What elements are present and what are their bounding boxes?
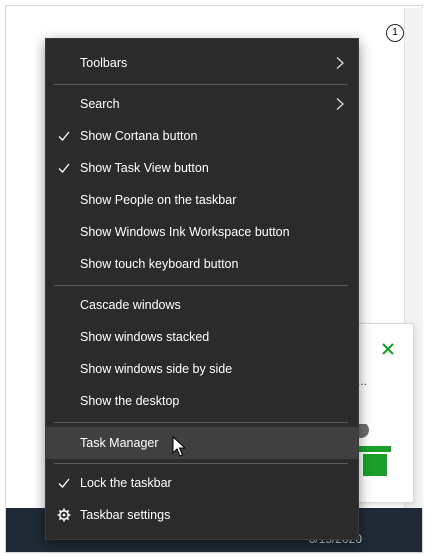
menu-item-label: Toolbars — [80, 56, 128, 70]
menu-item-cascade-windows[interactable]: Cascade windows — [46, 289, 358, 321]
menu-item-show-people[interactable]: Show People on the taskbar — [46, 184, 358, 216]
menu-separator — [54, 84, 348, 85]
menu-item-label: Show windows stacked — [80, 330, 210, 344]
menu-item-toolbars[interactable]: Toolbars — [46, 47, 358, 79]
checkmark-icon — [58, 163, 70, 173]
checkmark-icon — [58, 131, 70, 141]
chevron-right-icon — [336, 98, 344, 110]
menu-item-show-windows-stacked[interactable]: Show windows stacked — [46, 321, 358, 353]
menu-item-show-cortana[interactable]: Show Cortana button — [46, 120, 358, 152]
menu-item-label: Cascade windows — [80, 298, 181, 312]
mouse-cursor-icon — [172, 436, 186, 457]
menu-item-label: Show Cortana button — [80, 129, 198, 143]
gear-icon — [57, 508, 71, 522]
menu-item-label: Show touch keyboard button — [80, 257, 239, 271]
menu-item-show-ink-workspace[interactable]: Show Windows Ink Workspace button — [46, 216, 358, 248]
menu-item-label: Search — [80, 97, 120, 111]
menu-item-show-task-view[interactable]: Show Task View button — [46, 152, 358, 184]
taskbar-context-menu: Toolbars Search Show Cortana button Show… — [45, 38, 359, 540]
menu-item-taskbar-settings[interactable]: Taskbar settings — [46, 499, 358, 531]
menu-item-label: Show Task View button — [80, 161, 209, 175]
menu-separator — [54, 422, 348, 423]
menu-item-label: Show the desktop — [80, 394, 180, 408]
menu-item-label: Show windows side by side — [80, 362, 233, 376]
close-icon[interactable] — [381, 342, 395, 356]
menu-item-label: Lock the taskbar — [80, 476, 172, 490]
menu-item-task-manager[interactable]: Task Manager — [46, 427, 358, 459]
menu-item-label: Show People on the taskbar — [80, 193, 237, 207]
menu-item-label: Taskbar settings — [80, 508, 171, 522]
menu-item-label: Task Manager — [80, 436, 159, 450]
trash-icon — [353, 424, 391, 476]
menu-item-label: Show Windows Ink Workspace button — [80, 225, 290, 239]
menu-item-show-touch-keyboard[interactable]: Show touch keyboard button — [46, 248, 358, 280]
menu-separator — [54, 463, 348, 464]
chevron-right-icon — [336, 57, 344, 69]
menu-item-search[interactable]: Search — [46, 88, 358, 120]
menu-separator — [54, 285, 348, 286]
checkmark-icon — [58, 478, 70, 488]
menu-item-show-side-by-side[interactable]: Show windows side by side — [46, 353, 358, 385]
menu-item-show-desktop[interactable]: Show the desktop — [46, 385, 358, 417]
notification-count-badge: 1 — [386, 24, 404, 42]
menu-item-lock-taskbar[interactable]: Lock the taskbar — [46, 467, 358, 499]
